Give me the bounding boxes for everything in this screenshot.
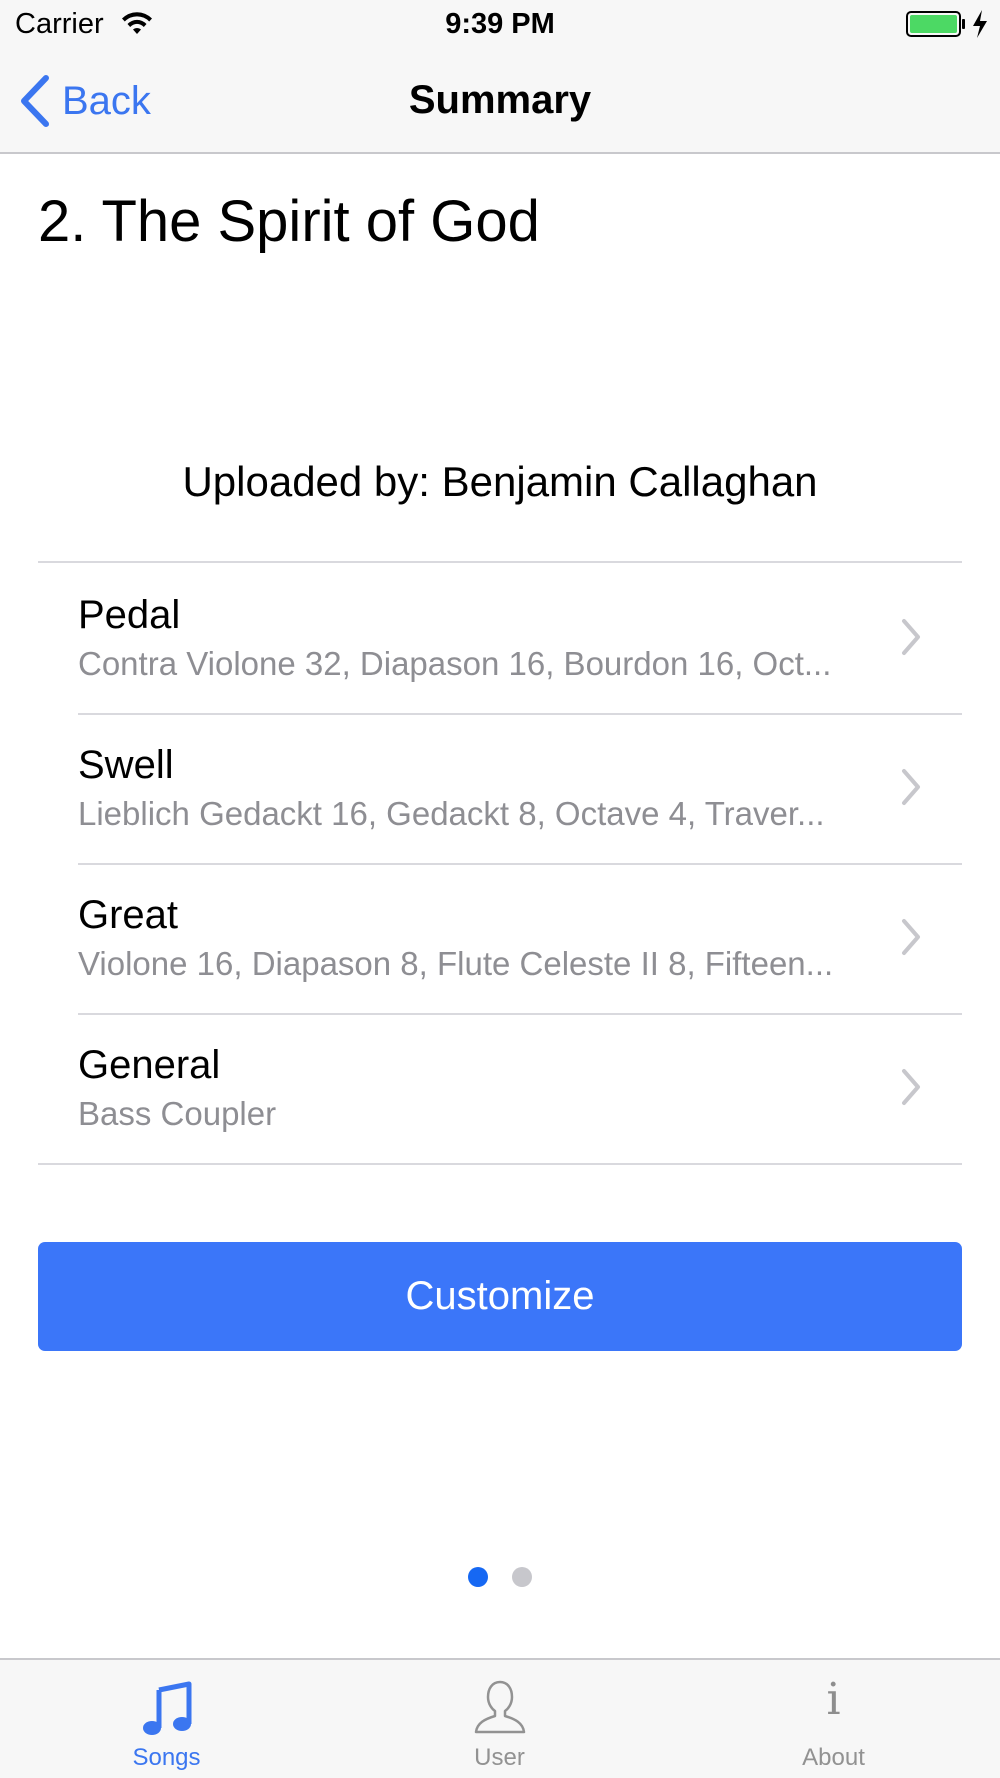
status-bar: Carrier 9:39 PM xyxy=(0,0,1000,50)
division-name: General xyxy=(78,1043,221,1087)
division-stops: Contra Violone 32, Diapason 16, Bourdon … xyxy=(78,645,832,682)
division-name: Great xyxy=(78,893,179,937)
navigation-bar: Back Summary xyxy=(0,50,1000,154)
song-title: 2. The Spirit of God xyxy=(38,189,540,254)
tab-user[interactable]: User xyxy=(333,1660,666,1778)
status-time: 9:39 PM xyxy=(445,8,555,40)
tab-bar: Songs User i About xyxy=(0,1658,1000,1778)
tab-label: Songs xyxy=(132,1744,201,1771)
page-dot-1[interactable] xyxy=(468,1567,488,1587)
music-note-icon xyxy=(142,1681,191,1735)
customize-button[interactable]: Customize xyxy=(38,1242,962,1351)
uploaded-by-label: Uploaded by: Benjamin Callaghan xyxy=(182,458,818,505)
battery-icon xyxy=(906,11,965,37)
user-icon xyxy=(474,1680,525,1734)
chevron-right-icon xyxy=(902,619,920,655)
division-stops: Violone 16, Diapason 8, Flute Celeste II… xyxy=(78,945,834,982)
tab-label: About xyxy=(802,1744,865,1771)
division-row-great[interactable]: Great Violone 16, Diapason 8, Flute Cele… xyxy=(38,863,962,1013)
division-stops: Lieblich Gedackt 16, Gedackt 8, Octave 4… xyxy=(78,795,825,832)
charging-bolt-icon xyxy=(973,10,987,38)
tab-about[interactable]: i About xyxy=(667,1660,1000,1778)
chevron-right-icon xyxy=(902,919,920,955)
page-title: Summary xyxy=(408,78,592,122)
chevron-right-icon xyxy=(902,769,920,805)
chevron-right-icon xyxy=(902,1069,920,1105)
division-name: Pedal xyxy=(78,593,181,637)
tab-songs[interactable]: Songs xyxy=(0,1660,333,1778)
page-indicator[interactable] xyxy=(0,1567,1000,1587)
divisions-list: Pedal Contra Violone 32, Diapason 16, Bo… xyxy=(38,561,962,1165)
tab-label: User xyxy=(474,1744,525,1771)
division-row-swell[interactable]: Swell Lieblich Gedackt 16, Gedackt 8, Oc… xyxy=(38,713,962,863)
division-stops: Bass Coupler xyxy=(78,1095,277,1132)
division-row-general[interactable]: General Bass Coupler xyxy=(38,1013,962,1163)
info-icon: i xyxy=(826,1674,841,1725)
page-dot-2[interactable] xyxy=(512,1567,532,1587)
division-name: Swell xyxy=(78,743,174,787)
division-row-pedal[interactable]: Pedal Contra Violone 32, Diapason 16, Bo… xyxy=(38,563,962,713)
